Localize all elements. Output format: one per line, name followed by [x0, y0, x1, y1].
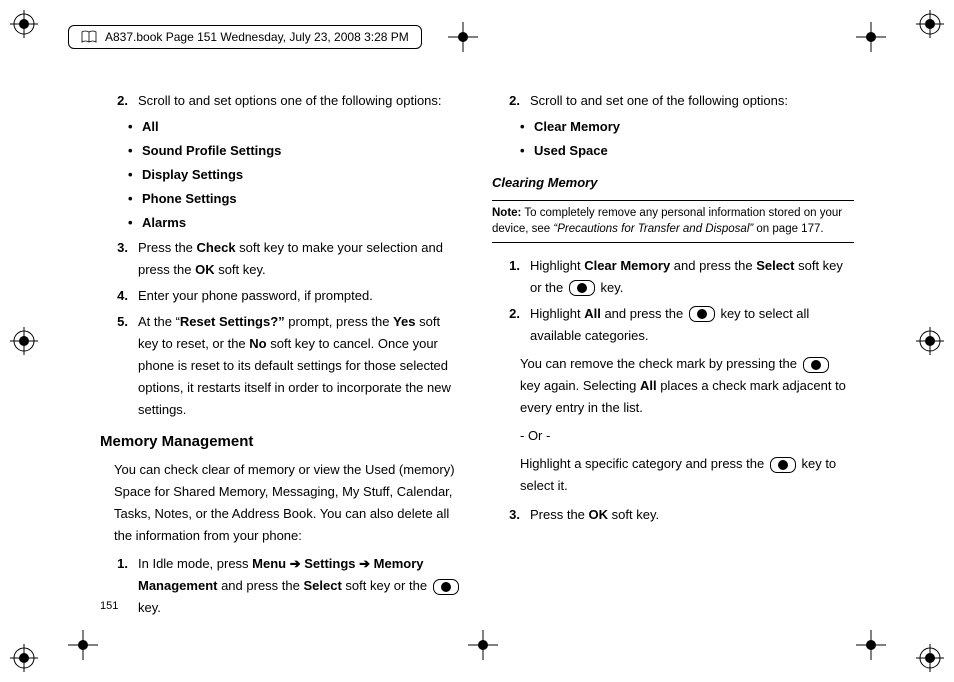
cross-mark-icon [468, 630, 498, 660]
paragraph: - Or - [520, 425, 854, 447]
list-item: 1. Highlight Clear Memory and press the … [492, 255, 854, 299]
book-icon [81, 30, 97, 44]
nav-key-icon [433, 579, 459, 595]
page-header: A837.book Page 151 Wednesday, July 23, 2… [68, 22, 886, 52]
header-text: A837.book Page 151 Wednesday, July 23, 2… [105, 30, 409, 44]
nav-key-icon [803, 357, 829, 373]
step-text: Highlight Clear Memory and press the Sel… [530, 255, 854, 299]
bullet-item: •Display Settings [128, 164, 462, 186]
step-text: Scroll to and set options one of the fol… [138, 90, 462, 112]
step-number: 2. [492, 90, 530, 112]
bullet-item: •Used Space [520, 140, 854, 162]
list-item: 1. In Idle mode, press Menu ➔ Settings ➔… [100, 553, 462, 619]
paragraph: Highlight a specific category and press … [520, 453, 854, 497]
step-number: 3. [492, 504, 530, 526]
step-text: Highlight All and press the key to selec… [530, 303, 854, 347]
subsection-heading: Clearing Memory [492, 172, 854, 194]
bullet-item: •Alarms [128, 212, 462, 234]
registration-mark-icon [916, 327, 944, 355]
bullet-item: •All [128, 116, 462, 138]
cross-mark-icon [856, 22, 886, 52]
page-number: 151 [100, 600, 118, 612]
step-number: 2. [100, 90, 138, 112]
list-item: 3. Press the OK soft key. [492, 504, 854, 526]
step-text: At the “Reset Settings?” prompt, press t… [138, 311, 462, 421]
step-number: 2. [492, 303, 530, 347]
step-text: Scroll to and set one of the following o… [530, 90, 854, 112]
paragraph: You can remove the check mark by pressin… [520, 353, 854, 419]
bullet-item: •Sound Profile Settings [128, 140, 462, 162]
left-column: 2. Scroll to and set options one of the … [100, 90, 462, 602]
step-number: 5. [100, 311, 138, 421]
list-item: 2. Scroll to and set one of the followin… [492, 90, 854, 112]
step-number: 3. [100, 237, 138, 281]
step-text: In Idle mode, press Menu ➔ Settings ➔ Me… [138, 553, 462, 619]
list-item: 5. At the “Reset Settings?” prompt, pres… [100, 311, 462, 421]
list-item: 4. Enter your phone password, if prompte… [100, 285, 462, 307]
page-body: 2. Scroll to and set options one of the … [100, 90, 854, 602]
section-heading: Memory Management [100, 429, 462, 455]
registration-mark-icon [10, 327, 38, 355]
step-text: Enter your phone password, if prompted. [138, 285, 462, 307]
registration-mark-icon [10, 644, 38, 672]
paragraph: You can check clear of memory or view th… [114, 459, 462, 547]
list-item: 2. Scroll to and set options one of the … [100, 90, 462, 112]
step-text: Press the Check soft key to make your se… [138, 237, 462, 281]
registration-mark-icon [916, 10, 944, 38]
page-footer [68, 630, 886, 660]
header-frame: A837.book Page 151 Wednesday, July 23, 2… [68, 25, 422, 49]
list-item: 3. Press the Check soft key to make your… [100, 237, 462, 281]
registration-mark-icon [10, 10, 38, 38]
nav-key-icon [689, 306, 715, 322]
step-number: 1. [492, 255, 530, 299]
cross-mark-icon [68, 630, 98, 660]
nav-key-icon [569, 280, 595, 296]
bullet-item: •Phone Settings [128, 188, 462, 210]
right-column: 2. Scroll to and set one of the followin… [492, 90, 854, 602]
cross-mark-icon [448, 22, 478, 52]
step-number: 4. [100, 285, 138, 307]
cross-mark-icon [856, 630, 886, 660]
bullet-item: •Clear Memory [520, 116, 854, 138]
registration-mark-icon [916, 644, 944, 672]
nav-key-icon [770, 457, 796, 473]
note-box: Note: To completely remove any personal … [492, 200, 854, 242]
list-item: 2. Highlight All and press the key to se… [492, 303, 854, 347]
step-text: Press the OK soft key. [530, 504, 854, 526]
